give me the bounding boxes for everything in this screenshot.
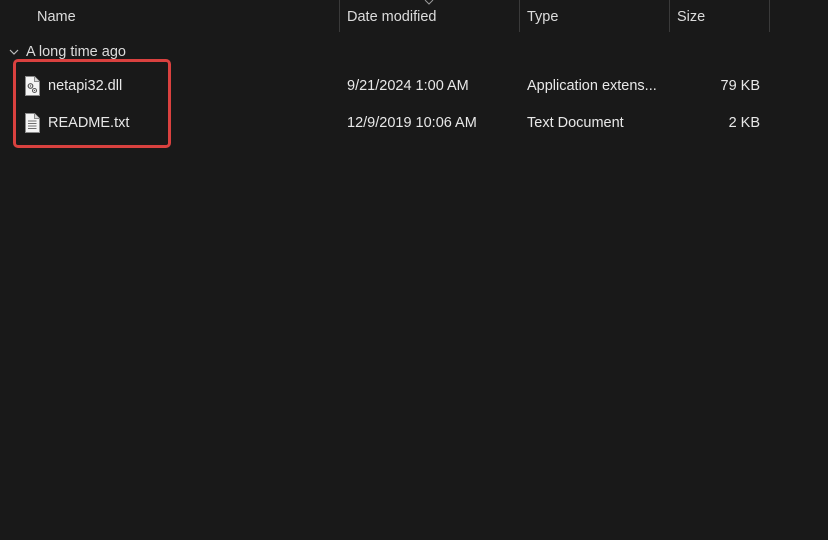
column-header-size[interactable]: Size	[670, 0, 770, 34]
file-type: Application extens...	[527, 78, 657, 94]
file-date-modified: 9/21/2024 1:00 AM	[347, 78, 469, 94]
file-row[interactable]: README.txt 12/9/2019 10:06 AM Text Docum…	[0, 105, 828, 141]
column-header-bar: Name Date modified Type Size	[0, 0, 828, 34]
column-header-type[interactable]: Type	[520, 0, 670, 34]
file-list-pane: Name Date modified Type Size A long time…	[0, 0, 828, 540]
text-file-icon	[25, 113, 40, 133]
group-label: A long time ago	[26, 44, 126, 60]
file-row[interactable]: netapi32.dll 9/21/2024 1:00 AM Applicati…	[0, 68, 828, 104]
file-size: 2 KB	[728, 115, 760, 131]
dll-file-icon	[25, 76, 40, 96]
chevron-down-icon[interactable]	[9, 49, 19, 56]
file-name[interactable]: netapi32.dll	[48, 68, 122, 104]
column-header-name[interactable]: Name	[30, 0, 340, 34]
column-header-date-modified[interactable]: Date modified	[340, 0, 520, 34]
file-type: Text Document	[527, 115, 624, 131]
column-divider[interactable]	[769, 0, 770, 32]
file-name[interactable]: README.txt	[48, 105, 129, 141]
file-size: 79 KB	[720, 78, 761, 94]
group-header[interactable]: A long time ago	[0, 42, 828, 64]
file-date-modified: 12/9/2019 10:06 AM	[347, 115, 477, 131]
